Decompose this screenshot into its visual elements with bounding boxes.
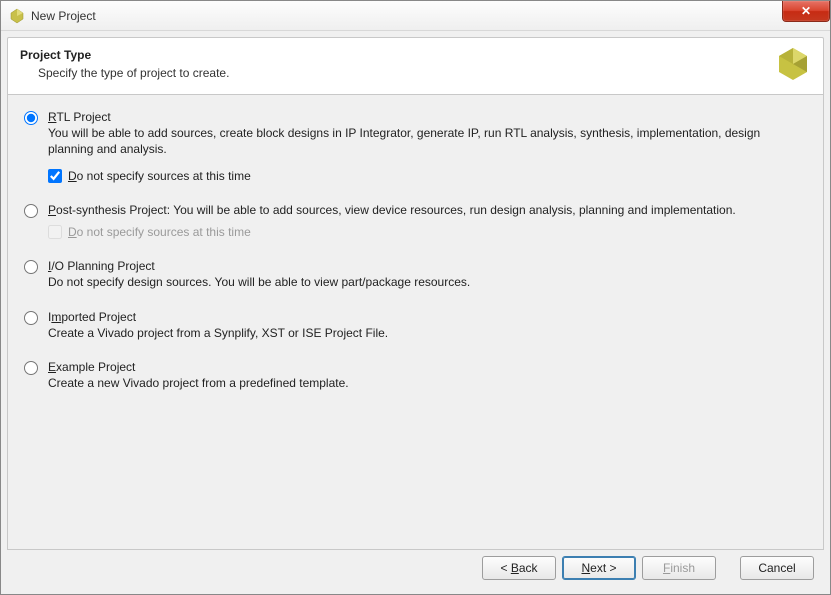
postsynth-subcheck-row: Do not specify sources at this time <box>48 224 807 240</box>
checkbox-postsynth-nosrc <box>48 225 62 239</box>
option-rtl-desc: You will be able to add sources, create … <box>48 126 760 156</box>
option-rtl-project[interactable]: RTL Project You will be able to add sour… <box>24 109 807 184</box>
next-button-label: Next > <box>581 561 616 575</box>
option-imported-desc: Create a Vivado project from a Synplify,… <box>48 326 388 340</box>
option-io-project[interactable]: I/O Planning Project Do not specify desi… <box>24 258 807 290</box>
close-icon: ✕ <box>801 5 811 17</box>
next-button[interactable]: Next > <box>562 556 636 580</box>
radio-postsynth-project[interactable] <box>24 204 38 218</box>
option-io-desc: Do not specify design sources. You will … <box>48 275 470 289</box>
close-button[interactable]: ✕ <box>782 1 830 22</box>
dialog-body: Project Type Specify the type of project… <box>1 31 830 594</box>
content-area: RTL Project You will be able to add sour… <box>7 95 824 550</box>
finish-button-label: Finish <box>663 561 695 575</box>
back-button-label: < Back <box>500 561 537 575</box>
radio-example-project[interactable] <box>24 361 38 375</box>
back-button[interactable]: < Back <box>482 556 556 580</box>
header-pane: Project Type Specify the type of project… <box>7 37 824 95</box>
option-postsynth-project[interactable]: Post-synthesis Project: You will be able… <box>24 202 807 240</box>
footer: < Back Next > Finish Cancel <box>7 550 824 588</box>
option-imported-project[interactable]: Imported Project Create a Vivado project… <box>24 309 807 341</box>
option-postsynth-desc: You will be able to add sources, view de… <box>173 203 736 217</box>
option-rtl-body: RTL Project You will be able to add sour… <box>48 109 807 184</box>
window-title: New Project <box>31 9 96 23</box>
option-example-title: Example Project <box>48 360 135 374</box>
page-subtitle: Specify the type of project to create. <box>38 66 811 80</box>
rtl-subcheck-label: Do not specify sources at this time <box>68 168 251 184</box>
option-imported-title: Imported Project <box>48 310 136 324</box>
radio-rtl-project[interactable] <box>24 111 38 125</box>
option-postsynth-body: Post-synthesis Project: You will be able… <box>48 202 807 240</box>
rtl-subcheck-row[interactable]: Do not specify sources at this time <box>48 168 807 184</box>
button-gap <box>722 556 734 580</box>
radio-io-project[interactable] <box>24 260 38 274</box>
titlebar: New Project ✕ <box>1 1 830 31</box>
postsynth-subcheck-label: Do not specify sources at this time <box>68 224 251 240</box>
option-imported-body: Imported Project Create a Vivado project… <box>48 309 807 341</box>
app-icon <box>9 8 25 24</box>
option-example-body: Example Project Create a new Vivado proj… <box>48 359 807 391</box>
option-example-project[interactable]: Example Project Create a new Vivado proj… <box>24 359 807 391</box>
page-title: Project Type <box>20 48 811 62</box>
cancel-button-label: Cancel <box>758 561 795 575</box>
option-rtl-title: RTL Project <box>48 110 111 124</box>
checkbox-rtl-nosrc[interactable] <box>48 169 62 183</box>
option-io-body: I/O Planning Project Do not specify desi… <box>48 258 807 290</box>
finish-button: Finish <box>642 556 716 580</box>
option-io-title: I/O Planning Project <box>48 259 155 273</box>
option-postsynth-title: Post-synthesis Project: <box>48 203 173 217</box>
cancel-button[interactable]: Cancel <box>740 556 814 580</box>
option-example-desc: Create a new Vivado project from a prede… <box>48 376 349 390</box>
vivado-logo-icon <box>773 44 813 84</box>
radio-imported-project[interactable] <box>24 311 38 325</box>
